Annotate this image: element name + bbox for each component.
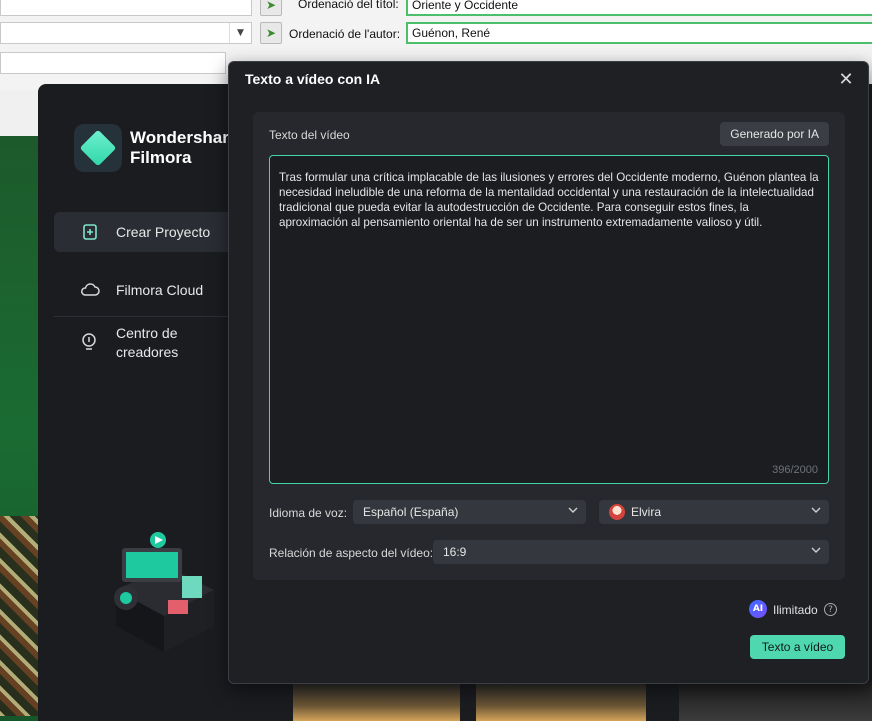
- book-cover: [0, 136, 38, 721]
- aspect-ratio-select[interactable]: 16:9: [433, 540, 829, 564]
- ai-generate-button[interactable]: Generado por IA: [720, 122, 829, 146]
- author-sort-input[interactable]: Guénon, René: [406, 22, 872, 44]
- video-thumbnail[interactable]: [476, 682, 646, 721]
- voice-language-label: Idioma de voz:: [269, 506, 348, 520]
- dialog-title: Texto a vídeo con IA: [245, 71, 381, 87]
- chevron-down-icon: [811, 547, 821, 553]
- title-sort-input[interactable]: Oriente y Occidente: [406, 0, 872, 16]
- cloud-icon: [80, 280, 100, 300]
- video-thumbnail[interactable]: [679, 682, 872, 721]
- chevron-down-icon: [568, 507, 578, 513]
- voice-select[interactable]: Elvira: [599, 500, 829, 524]
- unlimited-label: Ilimitado: [773, 603, 818, 617]
- brand-line-1: Wondershar: [130, 128, 229, 147]
- text-to-video-button[interactable]: Texto a vídeo: [750, 635, 845, 659]
- voice-language-value: Español (España): [363, 505, 459, 519]
- voice-avatar: [609, 504, 625, 520]
- video-text-content: Tras formular una crítica implacable de …: [279, 171, 819, 229]
- video-text-input[interactable]: Tras formular una crítica implacable de …: [269, 155, 829, 484]
- nav-creators-label-2: creadores: [116, 344, 179, 360]
- settings-panel: Texto del vídeo Generado por IA Tras for…: [253, 112, 845, 580]
- cover-ornament: [0, 516, 38, 716]
- arrow-right-icon[interactable]: ➤: [260, 0, 282, 16]
- lightbulb-icon: [80, 332, 100, 362]
- arrow-right-icon[interactable]: ➤: [260, 22, 282, 44]
- ai-credits-icon: AI: [749, 600, 767, 618]
- video-thumbnail[interactable]: [293, 682, 460, 721]
- nav-filmora-cloud[interactable]: Filmora Cloud: [54, 270, 228, 310]
- author-combo[interactable]: ▼: [0, 22, 252, 44]
- help-icon[interactable]: ?: [824, 603, 837, 616]
- voice-language-select[interactable]: Español (España): [353, 500, 586, 524]
- aspect-ratio-value: 16:9: [443, 545, 467, 559]
- background-field[interactable]: [0, 0, 252, 16]
- filmora-logo-icon: [74, 124, 122, 172]
- text-to-video-dialog: Texto a vídeo con IA ✕ Texto del vídeo G…: [228, 61, 869, 684]
- nav-create-label: Crear Proyecto: [116, 224, 211, 240]
- background-field[interactable]: [0, 52, 226, 74]
- nav-divider: [54, 316, 228, 317]
- author-sort-label: Ordenació de l'autor:: [289, 27, 401, 41]
- voice-value: Elvira: [631, 505, 662, 519]
- nav-cloud-label: Filmora Cloud: [116, 282, 204, 298]
- creator-illustration: [114, 532, 214, 652]
- brand-line-2: Filmora: [130, 148, 192, 167]
- nav-creators-center[interactable]: Centro de creadores: [80, 324, 178, 362]
- close-icon[interactable]: ✕: [836, 70, 856, 90]
- char-counter: 396/2000: [772, 464, 818, 476]
- nav-creators-label-1: Centro de: [116, 325, 178, 341]
- video-text-label: Texto del vídeo: [269, 128, 350, 142]
- filmora-brand: Wondershar Filmora: [130, 128, 229, 168]
- chevron-down-icon: [811, 507, 821, 513]
- aspect-ratio-label: Relación de aspecto del vídeo:: [269, 546, 434, 560]
- nav-create-project[interactable]: Crear Proyecto: [54, 212, 228, 252]
- title-sort-label: Ordenació del títol:: [298, 0, 399, 11]
- add-file-icon: [80, 222, 100, 242]
- chevron-down-icon[interactable]: ▼: [229, 23, 251, 43]
